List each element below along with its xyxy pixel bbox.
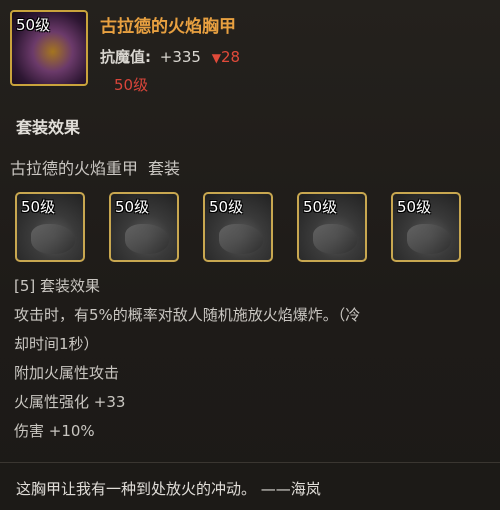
set-name-text: 古拉德的火焰重甲 xyxy=(10,159,139,178)
set-name: 古拉德的火焰重甲 套装 xyxy=(10,155,180,179)
leg-armor-icon[interactable]: 50级 xyxy=(297,192,367,262)
piece-level-badge: 50级 xyxy=(397,198,432,216)
set-bonus-line: 附加火属性攻击 xyxy=(14,364,120,382)
set-effect-heading: 套装效果 xyxy=(16,118,81,137)
belt-shape xyxy=(219,224,263,254)
set-bonus-line: 却时间1秒） xyxy=(14,335,99,353)
set-bonus-line: 伤害 +10% xyxy=(14,422,95,440)
set-bonus: [5] 套装效果 攻击时，有5%的概率对敌人随机施放火焰爆炸。（冷 却时间1秒）… xyxy=(14,272,484,446)
item-icon[interactable]: 50级 xyxy=(10,10,88,86)
shoulder-armor-shape xyxy=(125,224,169,254)
set-name-suffix: 套装 xyxy=(148,159,181,178)
stat-diff-value: 28 xyxy=(221,48,241,66)
stat-row: 抗魔值: +335 ▼28 xyxy=(100,46,240,67)
flavor-text: 这胸甲让我有一种到处放火的冲动。 ——海岚 xyxy=(16,480,321,498)
helmet-icon[interactable]: 50级 xyxy=(15,192,85,262)
stat-value: +335 xyxy=(159,48,201,66)
divider xyxy=(0,462,500,463)
required-level: 50级 xyxy=(114,76,149,94)
helmet-shape xyxy=(31,224,75,254)
stat-diff: ▼28 xyxy=(212,48,240,66)
piece-level-badge: 50级 xyxy=(21,198,56,216)
set-bonus-line: 火属性强化 +33 xyxy=(14,393,126,411)
piece-level-badge: 50级 xyxy=(303,198,338,216)
shoulder-armor-icon[interactable]: 50级 xyxy=(109,192,179,262)
piece-level-badge: 50级 xyxy=(209,198,244,216)
item-title: 古拉德的火焰胸甲 xyxy=(100,17,236,37)
stat-label: 抗魔值: xyxy=(100,48,151,66)
piece-level-badge: 50级 xyxy=(115,198,150,216)
leg-armor-shape xyxy=(313,224,357,254)
triangle-down-icon: ▼ xyxy=(211,51,221,65)
boots-icon[interactable]: 50级 xyxy=(391,192,461,262)
set-bonus-line: 攻击时，有5%的概率对敌人随机施放火焰爆炸。（冷 xyxy=(14,306,361,324)
item-level-badge: 50级 xyxy=(16,16,51,34)
set-pieces: 50级 50级 50级 50级 50级 xyxy=(15,192,485,264)
belt-icon[interactable]: 50级 xyxy=(203,192,273,262)
boots-shape xyxy=(407,224,451,254)
set-bonus-title: [5] 套装效果 xyxy=(14,277,101,295)
item-tooltip: 50级 古拉德的火焰胸甲 抗魔值: +335 ▼28 50级 套装效果 古拉德的… xyxy=(0,0,500,510)
